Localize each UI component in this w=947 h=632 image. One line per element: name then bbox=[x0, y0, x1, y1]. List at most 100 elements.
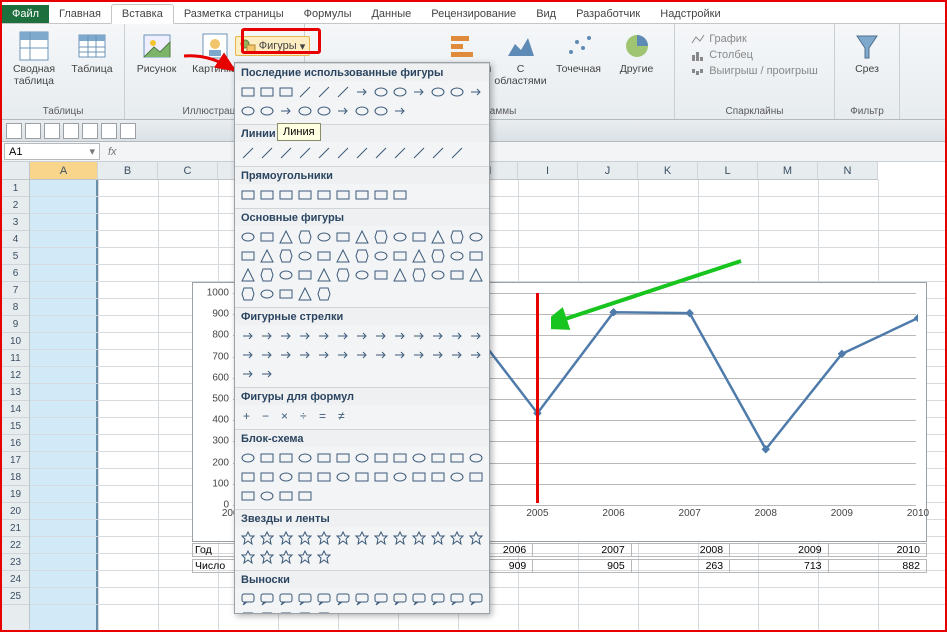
shape-item[interactable] bbox=[258, 327, 276, 345]
shape-item[interactable] bbox=[296, 468, 314, 486]
shape-item[interactable] bbox=[448, 590, 466, 608]
shape-item[interactable] bbox=[467, 228, 485, 246]
table-button[interactable]: Таблица bbox=[66, 28, 118, 78]
shape-item[interactable] bbox=[391, 228, 409, 246]
shape-item[interactable] bbox=[296, 285, 314, 303]
shape-item[interactable] bbox=[334, 144, 352, 162]
shape-item[interactable] bbox=[258, 365, 276, 383]
shape-item[interactable] bbox=[296, 228, 314, 246]
shape-item[interactable] bbox=[258, 247, 276, 265]
tool-icon[interactable] bbox=[6, 123, 22, 139]
shape-item[interactable] bbox=[467, 590, 485, 608]
shape-item[interactable] bbox=[239, 144, 257, 162]
shape-item[interactable] bbox=[296, 346, 314, 364]
tool-icon[interactable] bbox=[44, 123, 60, 139]
shape-item[interactable] bbox=[239, 327, 257, 345]
shape-item[interactable] bbox=[391, 449, 409, 467]
shape-item[interactable] bbox=[239, 186, 257, 204]
shape-item[interactable] bbox=[448, 266, 466, 284]
shape-item[interactable] bbox=[391, 102, 409, 120]
shape-item[interactable] bbox=[334, 247, 352, 265]
shape-item[interactable] bbox=[429, 228, 447, 246]
shape-item[interactable] bbox=[410, 144, 428, 162]
shapes-button[interactable]: Фигуры ▾ bbox=[247, 28, 299, 58]
shape-item[interactable] bbox=[296, 102, 314, 120]
shape-item[interactable] bbox=[277, 285, 295, 303]
shape-item[interactable] bbox=[448, 529, 466, 547]
shape-item[interactable] bbox=[296, 529, 314, 547]
shape-item[interactable] bbox=[296, 487, 314, 505]
shape-item[interactable] bbox=[277, 609, 295, 614]
shape-item[interactable] bbox=[296, 327, 314, 345]
shape-item[interactable] bbox=[258, 449, 276, 467]
tab-review[interactable]: Рецензирование bbox=[421, 5, 526, 23]
tool-icon[interactable] bbox=[101, 123, 117, 139]
shape-item[interactable] bbox=[467, 529, 485, 547]
shape-item[interactable] bbox=[315, 186, 333, 204]
sparkline-column-button[interactable]: Столбец bbox=[688, 48, 821, 62]
shape-item[interactable] bbox=[277, 186, 295, 204]
shape-item[interactable] bbox=[353, 102, 371, 120]
shape-item[interactable] bbox=[258, 186, 276, 204]
shape-item[interactable] bbox=[391, 266, 409, 284]
shape-item[interactable] bbox=[391, 590, 409, 608]
shape-item[interactable] bbox=[429, 346, 447, 364]
shape-item[interactable] bbox=[353, 228, 371, 246]
shape-item[interactable] bbox=[315, 529, 333, 547]
shape-item[interactable]: = bbox=[315, 407, 333, 425]
shape-item[interactable] bbox=[315, 548, 333, 566]
shape-item[interactable] bbox=[277, 83, 295, 101]
shape-item[interactable] bbox=[334, 83, 352, 101]
shape-item[interactable] bbox=[315, 247, 333, 265]
shape-item[interactable] bbox=[258, 468, 276, 486]
tab-view[interactable]: Вид bbox=[526, 5, 566, 23]
shape-item[interactable] bbox=[296, 548, 314, 566]
shape-item[interactable] bbox=[353, 346, 371, 364]
tool-icon[interactable] bbox=[82, 123, 98, 139]
shape-item[interactable] bbox=[277, 590, 295, 608]
shape-item[interactable] bbox=[258, 285, 276, 303]
shape-item[interactable] bbox=[334, 186, 352, 204]
shape-item[interactable] bbox=[372, 327, 390, 345]
shape-item[interactable] bbox=[334, 102, 352, 120]
shape-item[interactable] bbox=[239, 228, 257, 246]
tab-formulas[interactable]: Формулы bbox=[294, 5, 362, 23]
shape-item[interactable] bbox=[239, 529, 257, 547]
shape-item[interactable] bbox=[334, 529, 352, 547]
shape-item[interactable]: + bbox=[239, 407, 257, 425]
shape-item[interactable] bbox=[239, 346, 257, 364]
shape-item[interactable] bbox=[372, 144, 390, 162]
shape-item[interactable] bbox=[277, 266, 295, 284]
shape-item[interactable] bbox=[315, 346, 333, 364]
shape-item[interactable] bbox=[334, 228, 352, 246]
tab-insert[interactable]: Вставка bbox=[111, 4, 174, 24]
shape-item[interactable] bbox=[353, 590, 371, 608]
shape-item[interactable] bbox=[277, 102, 295, 120]
shape-item[interactable] bbox=[296, 609, 314, 614]
clipart-button[interactable]: Картинка bbox=[189, 28, 241, 78]
picture-button[interactable]: Рисунок bbox=[131, 28, 183, 78]
shape-item[interactable] bbox=[296, 590, 314, 608]
shape-item[interactable] bbox=[372, 590, 390, 608]
select-all-corner[interactable] bbox=[2, 162, 30, 180]
shape-item[interactable] bbox=[391, 529, 409, 547]
tool-icon[interactable] bbox=[25, 123, 41, 139]
shape-item[interactable] bbox=[372, 247, 390, 265]
shape-item[interactable] bbox=[372, 529, 390, 547]
shape-item[interactable] bbox=[277, 487, 295, 505]
shape-item[interactable] bbox=[429, 529, 447, 547]
shape-item[interactable]: × bbox=[277, 407, 295, 425]
shape-item[interactable] bbox=[353, 266, 371, 284]
shape-item[interactable] bbox=[296, 247, 314, 265]
shape-item[interactable] bbox=[372, 449, 390, 467]
shape-item[interactable] bbox=[410, 228, 428, 246]
shape-item[interactable] bbox=[296, 144, 314, 162]
shape-item[interactable] bbox=[410, 327, 428, 345]
tool-icon[interactable] bbox=[120, 123, 136, 139]
shape-item[interactable] bbox=[239, 609, 257, 614]
shape-item[interactable] bbox=[239, 247, 257, 265]
shape-item[interactable]: − bbox=[258, 407, 276, 425]
shape-item[interactable] bbox=[258, 487, 276, 505]
scatter-chart-button[interactable]: Точечная bbox=[553, 28, 605, 78]
tab-data[interactable]: Данные bbox=[361, 5, 421, 23]
